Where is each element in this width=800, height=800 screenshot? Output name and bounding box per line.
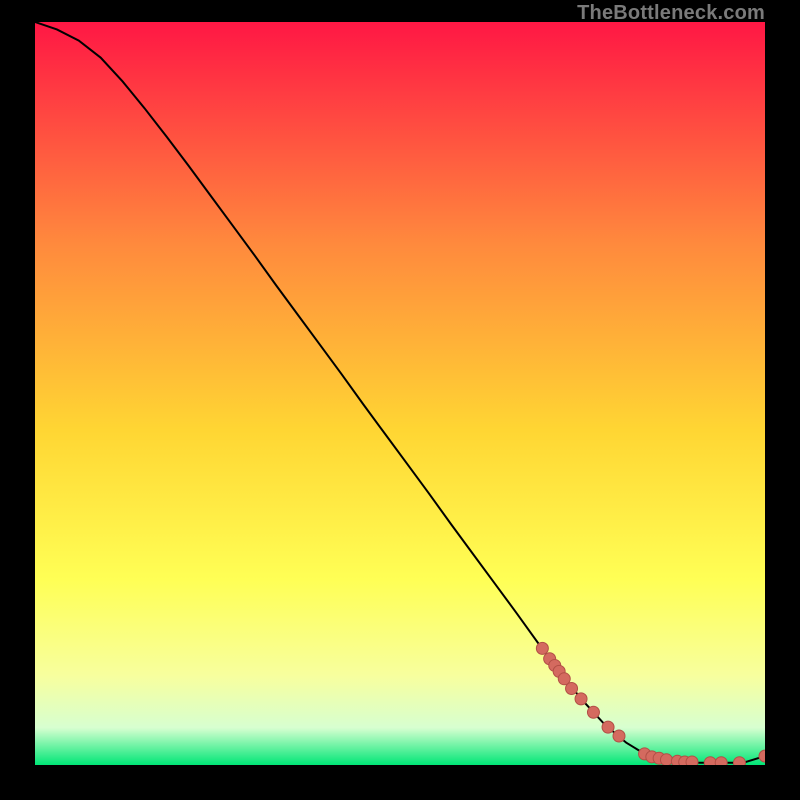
data-point — [686, 756, 698, 765]
data-point — [587, 706, 599, 718]
data-point — [715, 757, 727, 765]
data-point — [660, 754, 672, 765]
data-point — [536, 642, 548, 654]
data-point — [575, 693, 587, 705]
chart-stage: TheBottleneck.com — [0, 0, 800, 800]
gradient-background — [35, 22, 765, 765]
data-point — [602, 721, 614, 733]
data-point — [733, 757, 745, 765]
plot-area — [35, 22, 765, 765]
chart-svg — [35, 22, 765, 765]
data-point — [613, 730, 625, 742]
data-point — [566, 682, 578, 694]
data-point — [704, 757, 716, 765]
